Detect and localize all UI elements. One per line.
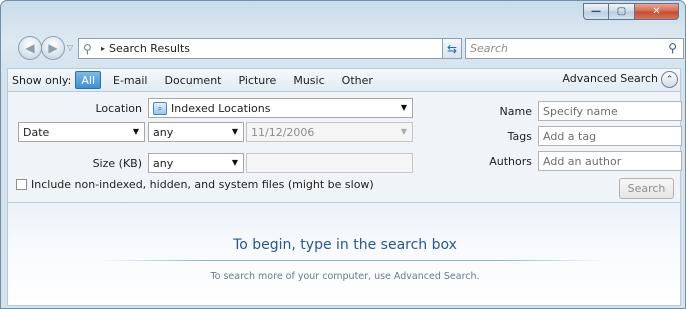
filter-email[interactable]: E-mail bbox=[108, 71, 153, 89]
forward-button[interactable]: ▶ bbox=[41, 36, 65, 60]
back-button[interactable]: ◀ bbox=[18, 36, 42, 60]
location-label: Location bbox=[95, 102, 142, 115]
date-qualifier-select[interactable]: any ▼ bbox=[148, 122, 244, 142]
forward-arrow-icon: ▶ bbox=[48, 41, 58, 55]
tags-label: Tags bbox=[507, 130, 532, 143]
chevron-down-icon: ▼ bbox=[231, 158, 238, 167]
advanced-search-link[interactable]: Advanced Search bbox=[562, 72, 658, 85]
back-arrow-icon: ◀ bbox=[25, 41, 35, 55]
authors-label: Authors bbox=[489, 155, 532, 168]
date-field-select[interactable]: Date ▼ bbox=[18, 122, 145, 142]
search-window: — ▢ ✕ ◀ ▶ ▽ ⚲ ▸ Search Results ▾ ⇆ ⚲ Sho… bbox=[0, 0, 686, 309]
breadcrumb-chevron-icon[interactable]: ▸ bbox=[101, 44, 105, 53]
size-qualifier-select[interactable]: any ▼ bbox=[148, 153, 244, 173]
search-button[interactable]: Search bbox=[619, 178, 674, 199]
location-value: Indexed Locations bbox=[171, 101, 271, 115]
name-label: Name bbox=[499, 105, 532, 118]
refresh-icon: ⇆ bbox=[446, 41, 458, 56]
tags-input[interactable] bbox=[543, 129, 681, 143]
results-pane: To begin, type in the search box To sear… bbox=[7, 202, 681, 306]
include-nonindexed-checkbox[interactable] bbox=[16, 179, 27, 190]
date-qualifier-value: any bbox=[153, 125, 174, 139]
include-nonindexed-option[interactable]: Include non-indexed, hidden, and system … bbox=[16, 178, 374, 191]
empty-results-subtitle: To search more of your computer, use Adv… bbox=[210, 271, 480, 282]
include-nonindexed-label: Include non-indexed, hidden, and system … bbox=[31, 178, 374, 191]
location-select[interactable]: ⌕ Indexed Locations ▼ bbox=[148, 98, 413, 118]
chevron-down-icon: ▼ bbox=[400, 103, 407, 112]
filter-all[interactable]: All bbox=[75, 71, 101, 89]
authors-input[interactable] bbox=[543, 154, 681, 168]
address-bar[interactable]: ⚲ ▸ Search Results ▾ bbox=[78, 38, 459, 59]
minimize-button[interactable]: — bbox=[583, 3, 609, 20]
chevron-down-icon: ▼ bbox=[400, 127, 407, 136]
caption-buttons: — ▢ ✕ bbox=[583, 3, 679, 20]
filter-other[interactable]: Other bbox=[337, 71, 378, 89]
search-icon[interactable]: ⚲ bbox=[668, 41, 677, 55]
filter-music[interactable]: Music bbox=[288, 71, 329, 89]
recent-pages-icon[interactable]: ▽ bbox=[67, 43, 73, 52]
filter-document[interactable]: Document bbox=[160, 71, 227, 89]
size-qualifier-value: any bbox=[153, 156, 174, 170]
advanced-search-panel: Location ⌕ Indexed Locations ▼ Date ▼ an… bbox=[7, 92, 682, 202]
name-field[interactable] bbox=[538, 101, 682, 121]
divider bbox=[102, 260, 602, 261]
size-input[interactable] bbox=[246, 153, 413, 173]
date-field-value: Date bbox=[23, 125, 50, 139]
breadcrumb-search-results[interactable]: Search Results bbox=[109, 42, 190, 55]
size-label: Size (KB) bbox=[92, 157, 142, 170]
show-only-label: Show only: bbox=[12, 73, 72, 87]
date-picker[interactable]: 11/12/2006 ▼ bbox=[246, 122, 413, 142]
indexed-locations-icon: ⌕ bbox=[153, 101, 167, 115]
empty-results-title: To begin, type in the search box bbox=[233, 237, 457, 253]
close-button[interactable]: ✕ bbox=[635, 3, 679, 20]
search-box[interactable]: ⚲ bbox=[465, 38, 684, 59]
search-input[interactable] bbox=[470, 42, 650, 55]
date-value: 11/12/2006 bbox=[251, 125, 315, 139]
show-only-bar: Show only: All E-mail Document Picture M… bbox=[7, 68, 681, 92]
tags-field[interactable] bbox=[538, 126, 682, 146]
collapse-icon[interactable]: ⌃ bbox=[661, 71, 678, 88]
refresh-button[interactable]: ⇆ bbox=[442, 38, 462, 59]
filter-picture[interactable]: Picture bbox=[234, 71, 282, 89]
name-input[interactable] bbox=[543, 104, 681, 118]
authors-field[interactable] bbox=[538, 151, 682, 171]
chevron-down-icon: ▼ bbox=[231, 127, 238, 136]
maximize-button[interactable]: ▢ bbox=[609, 3, 635, 20]
search-icon: ⚲ bbox=[83, 41, 92, 56]
chevron-down-icon: ▼ bbox=[132, 127, 139, 136]
